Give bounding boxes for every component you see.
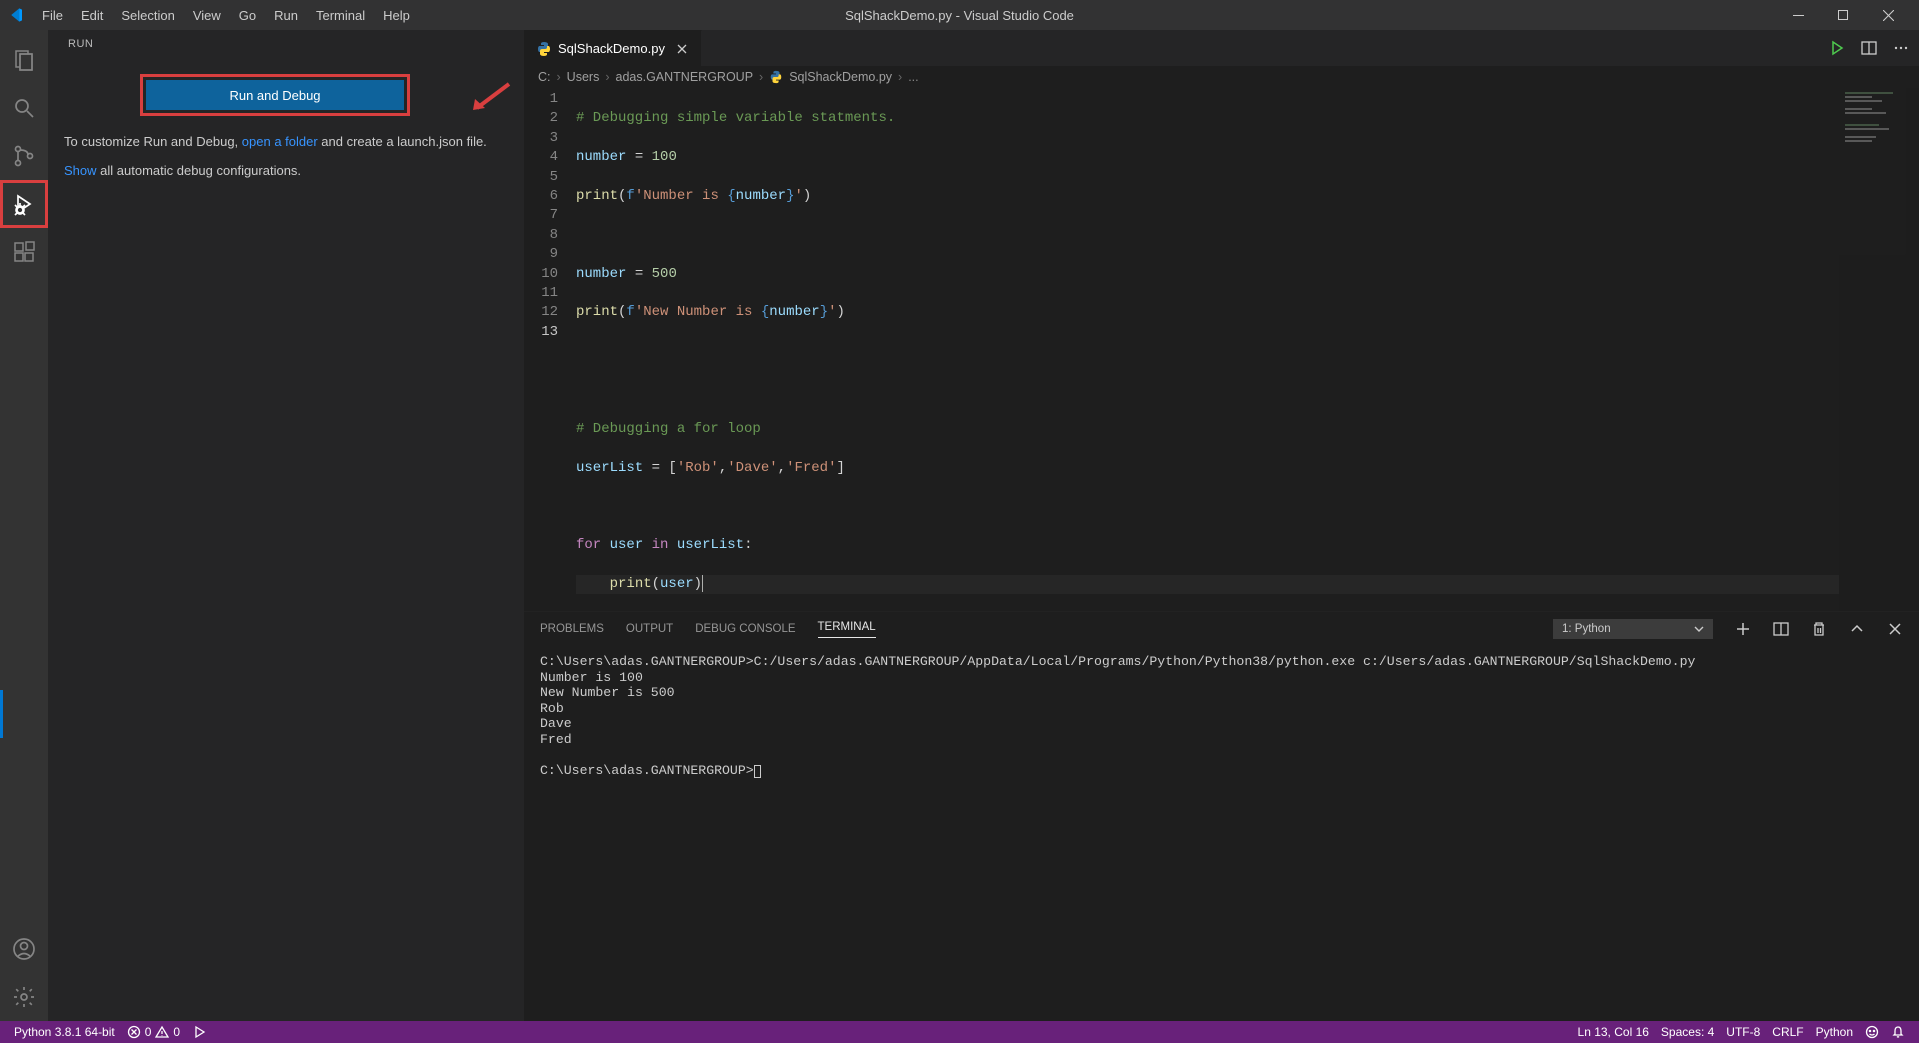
close-window-button[interactable] bbox=[1866, 0, 1911, 30]
vscode-logo-icon bbox=[8, 7, 24, 23]
activity-explorer-icon[interactable] bbox=[0, 36, 48, 84]
editor-tabs: SqlShackDemo.py bbox=[524, 30, 1919, 66]
editor-tab[interactable]: SqlShackDemo.py bbox=[524, 30, 702, 66]
minimize-button[interactable] bbox=[1776, 0, 1821, 30]
terminal-line: New Number is 500 bbox=[540, 685, 675, 700]
title-bar: File Edit Selection View Go Run Terminal… bbox=[0, 0, 1919, 30]
error-icon bbox=[127, 1025, 141, 1039]
python-file-icon bbox=[769, 70, 783, 84]
menu-help[interactable]: Help bbox=[375, 4, 418, 27]
activity-active-indicator bbox=[0, 690, 3, 738]
menu-go[interactable]: Go bbox=[231, 4, 264, 27]
status-warning-count: 0 bbox=[173, 1025, 180, 1039]
status-error-count: 0 bbox=[145, 1025, 152, 1039]
terminal-prompt: C:\Users\adas.GANTNERGROUP> bbox=[540, 763, 754, 778]
maximize-panel-icon[interactable] bbox=[1849, 621, 1865, 637]
split-editor-icon[interactable] bbox=[1861, 40, 1877, 56]
status-cursor-position[interactable]: Ln 13, Col 16 bbox=[1572, 1025, 1655, 1039]
warning-icon bbox=[155, 1025, 169, 1039]
activity-account-icon[interactable] bbox=[0, 925, 48, 973]
status-run-icon[interactable] bbox=[186, 1025, 212, 1039]
sidebar-help-text-1a: To customize Run and Debug, bbox=[64, 134, 242, 149]
terminal-line: Rob bbox=[540, 701, 564, 716]
python-file-icon bbox=[536, 41, 552, 57]
editor-tab-label: SqlShackDemo.py bbox=[558, 41, 665, 56]
terminal-line: Number is 100 bbox=[540, 670, 643, 685]
line-gutter: 1 2 3 4 5 6 7 8 9 10 11 12 13 bbox=[524, 88, 576, 611]
menu-terminal[interactable]: Terminal bbox=[308, 4, 373, 27]
status-bar: Python 3.8.1 64-bit 0 0 Ln 13, Col 16 Sp… bbox=[0, 1021, 1919, 1043]
activity-search-icon[interactable] bbox=[0, 84, 48, 132]
activity-extensions-icon[interactable] bbox=[0, 228, 48, 276]
sidebar-title: RUN bbox=[48, 30, 524, 66]
menu-run[interactable]: Run bbox=[266, 4, 306, 27]
sidebar-help-text-2b: all automatic debug configurations. bbox=[97, 163, 302, 178]
status-eol[interactable]: CRLF bbox=[1766, 1025, 1809, 1039]
editor-area: SqlShackDemo.py C:› Users› adas.GANTNERG… bbox=[524, 30, 1919, 1021]
terminal-line: C:\Users\adas.GANTNERGROUP>C:/Users/adas… bbox=[540, 654, 1695, 669]
activity-settings-icon[interactable] bbox=[0, 973, 48, 1021]
status-spaces[interactable]: Spaces: 4 bbox=[1655, 1025, 1720, 1039]
close-panel-icon[interactable] bbox=[1887, 621, 1903, 637]
menu-file[interactable]: File bbox=[34, 4, 71, 27]
run-debug-button[interactable]: Run and Debug bbox=[146, 80, 404, 110]
run-debug-button-highlight: Run and Debug bbox=[140, 74, 410, 116]
show-link[interactable]: Show bbox=[64, 163, 97, 178]
status-language[interactable]: Python bbox=[1810, 1025, 1859, 1039]
code-content[interactable]: # Debugging simple variable statments. n… bbox=[576, 88, 1839, 611]
status-problems[interactable]: 0 0 bbox=[121, 1025, 186, 1039]
bottom-panel: PROBLEMS OUTPUT DEBUG CONSOLE TERMINAL 1… bbox=[524, 611, 1919, 1021]
activity-bar bbox=[0, 30, 48, 1021]
menu-bar: File Edit Selection View Go Run Terminal… bbox=[34, 4, 418, 27]
sidebar-run-panel: RUN Run and Debug To customize Run and D… bbox=[48, 30, 524, 1021]
sidebar-help-text-1b: and create a launch.json file. bbox=[318, 134, 487, 149]
run-file-icon[interactable] bbox=[1829, 40, 1845, 56]
activity-run-debug-icon[interactable] bbox=[0, 180, 48, 228]
breadcrumb[interactable]: C:› Users› adas.GANTNERGROUP› SqlShackDe… bbox=[524, 66, 1919, 88]
status-bell-icon[interactable] bbox=[1885, 1025, 1911, 1039]
breadcrumb-seg[interactable]: adas.GANTNERGROUP bbox=[616, 70, 754, 84]
menu-view[interactable]: View bbox=[185, 4, 229, 27]
terminal-line: Dave bbox=[540, 716, 572, 731]
breadcrumb-ellipsis[interactable]: ... bbox=[908, 70, 918, 84]
status-encoding[interactable]: UTF-8 bbox=[1720, 1025, 1766, 1039]
minimap[interactable] bbox=[1839, 88, 1919, 611]
terminal-output[interactable]: C:\Users\adas.GANTNERGROUP>C:/Users/adas… bbox=[524, 646, 1919, 1021]
more-actions-icon[interactable] bbox=[1893, 40, 1909, 56]
breadcrumb-seg[interactable]: C: bbox=[538, 70, 551, 84]
window-title: SqlShackDemo.py - Visual Studio Code bbox=[845, 8, 1074, 23]
sidebar-help-text-2: Show all automatic debug configurations. bbox=[48, 157, 508, 186]
close-tab-icon[interactable] bbox=[675, 42, 689, 56]
open-folder-link[interactable]: open a folder bbox=[242, 134, 318, 149]
status-feedback-icon[interactable] bbox=[1859, 1025, 1885, 1039]
terminal-line: Fred bbox=[540, 732, 572, 747]
terminal-cursor bbox=[754, 765, 761, 778]
menu-selection[interactable]: Selection bbox=[113, 4, 182, 27]
breadcrumb-file[interactable]: SqlShackDemo.py bbox=[789, 70, 892, 84]
breadcrumb-seg[interactable]: Users bbox=[567, 70, 600, 84]
activity-scm-icon[interactable] bbox=[0, 132, 48, 180]
maximize-button[interactable] bbox=[1821, 0, 1866, 30]
menu-edit[interactable]: Edit bbox=[73, 4, 111, 27]
status-python-interpreter[interactable]: Python 3.8.1 64-bit bbox=[8, 1025, 121, 1039]
code-editor[interactable]: 1 2 3 4 5 6 7 8 9 10 11 12 13 # De bbox=[524, 88, 1919, 611]
sidebar-help-text-1: To customize Run and Debug, open a folde… bbox=[48, 128, 508, 157]
